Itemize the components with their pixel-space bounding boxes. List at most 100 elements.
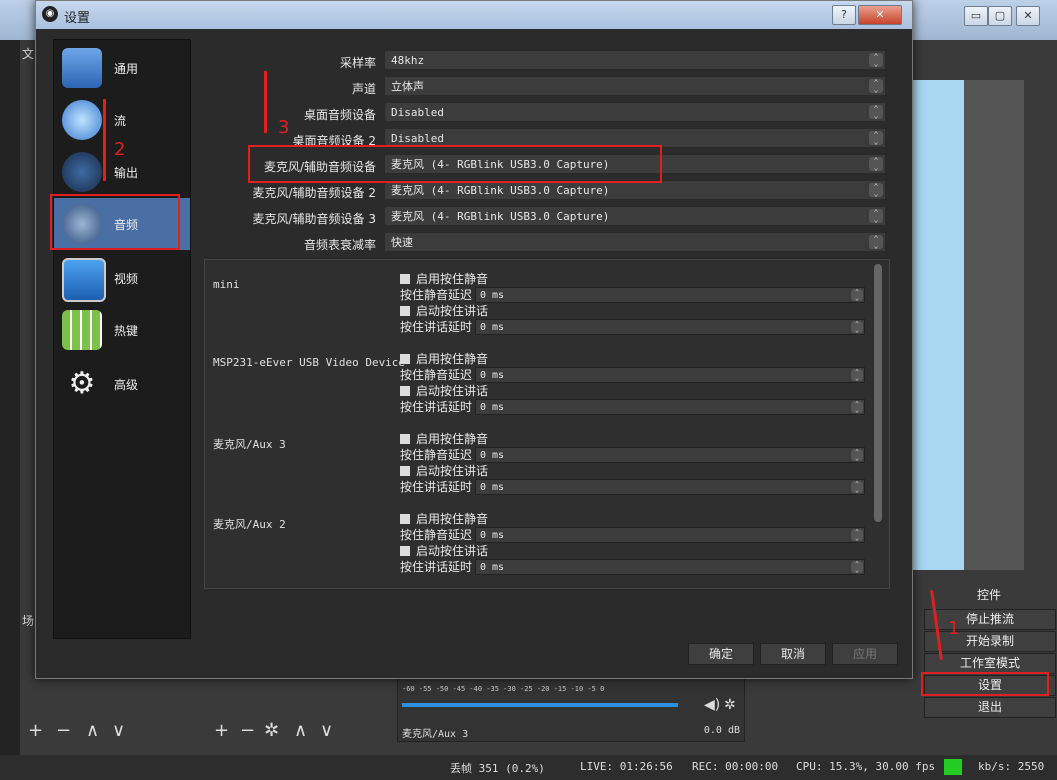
push-to-mute-checkbox[interactable]: 启用按住静音 [400, 510, 488, 527]
move-down-icon[interactable]: ∨ [112, 720, 125, 741]
mic-2-value: 麦克风 (4- RGBlink USB3.0 Capture) [391, 184, 610, 197]
add-scene-icon[interactable]: + [28, 720, 43, 741]
sidebar-item-label: 视频 [114, 272, 139, 286]
monitor-icon [62, 48, 102, 88]
remove-scene-icon[interactable]: − [56, 720, 71, 741]
ptt-delay-input[interactable]: 0 ms ⌃ ⌄ [475, 479, 865, 495]
sidebar-item-label: 高级 [114, 378, 139, 392]
sidebar-item-hotkeys[interactable]: 热键 [54, 304, 190, 356]
status-live: LIVE: 01:26:56 [580, 760, 673, 773]
spinner-arrow-icon: ⌃ ⌄ [851, 321, 863, 334]
dropdown-arrow-icon: ⌃ ⌄ [869, 183, 883, 198]
push-to-talk-checkbox[interactable]: 启动按住讲话 [400, 302, 488, 319]
push-to-mute-checkbox[interactable]: 启用按住静音 [400, 350, 488, 367]
highlight-mic [248, 145, 662, 183]
gears-icon: ⚙ [68, 366, 96, 401]
volume-slider[interactable] [402, 703, 678, 707]
ptm-delay-input[interactable]: 0 ms ⌃ ⌄ [475, 367, 865, 383]
mixer-channel-name: 麦克风/Aux 3 [402, 729, 469, 740]
device-name: mini [213, 278, 240, 291]
push-to-talk-checkbox[interactable]: 启动按住讲话 [400, 382, 488, 399]
studio-mode-button[interactable]: 工作室模式 [924, 653, 1056, 674]
row-label-desktop-audio: 桌面音频设备 [303, 108, 376, 122]
dialog-title: 设置 [64, 11, 91, 26]
exit-button[interactable]: 退出 [924, 697, 1056, 718]
arrow-3 [264, 71, 267, 133]
ptm-delay-label: 按住静音延迟 [400, 448, 473, 462]
push-to-mute-checkbox[interactable]: 启用按住静音 [400, 430, 488, 447]
ptt-delay-label: 按住讲话延时 [400, 560, 473, 574]
row-label-mic-3: 麦克风/辅助音频设备 3 [252, 212, 377, 226]
stop-stream-button[interactable]: 停止推流 [924, 609, 1056, 630]
mixer-gear-icon[interactable]: ✲ [724, 697, 736, 713]
settings-sidebar: 通用 流 输出 音频 视频 热键 ⚙ 高级 [53, 39, 191, 639]
source-up-icon[interactable]: ∧ [294, 720, 307, 741]
push-to-talk-checkbox[interactable]: 启动按住讲话 [400, 462, 488, 479]
source-down-icon[interactable]: ∨ [320, 720, 333, 741]
add-source-icon[interactable]: + [214, 720, 229, 741]
mic-3-select[interactable]: 麦克风 (4- RGBlink USB3.0 Capture) ⌃ ⌄ [384, 206, 886, 226]
push-to-talk-checkbox[interactable]: 启动按住讲话 [400, 542, 488, 559]
dropdown-arrow-icon: ⌃ ⌄ [869, 79, 883, 94]
ptt-delay-label: 按住讲话延时 [400, 480, 473, 494]
help-button[interactable]: ? [832, 5, 856, 25]
ptt-delay-input[interactable]: 0 ms ⌃ ⌄ [475, 319, 865, 335]
spinner-arrow-icon: ⌃ ⌄ [851, 369, 863, 382]
mic-2-select[interactable]: 麦克风 (4- RGBlink USB3.0 Capture) ⌃ ⌄ [384, 180, 886, 200]
push-to-mute-checkbox[interactable]: 启用按住静音 [400, 270, 488, 287]
desktop-audio-value: Disabled [391, 106, 444, 119]
annotation-3: 3 [278, 117, 290, 138]
ptt-delay-label: 按住讲话延时 [400, 400, 473, 414]
spinner-arrow-icon: ⌃ ⌄ [851, 529, 863, 542]
ptm-delay-input[interactable]: 0 ms ⌃ ⌄ [475, 447, 865, 463]
ptm-delay-input[interactable]: 0 ms ⌃ ⌄ [475, 527, 865, 543]
display-icon [62, 258, 106, 302]
desktop-audio-select[interactable]: Disabled ⌃ ⌄ [384, 102, 886, 122]
source-settings-icon[interactable]: ✲ [264, 720, 279, 741]
scenes-label: 场 [22, 614, 35, 628]
row-label-samplerate: 采样率 [339, 56, 376, 70]
apply-button[interactable]: 应用 [832, 643, 898, 665]
status-rec: REC: 00:00:00 [692, 760, 779, 773]
status-dropped: 丢帧 351 (0.2%) [450, 762, 545, 775]
maximize-button[interactable]: ▢ [988, 6, 1012, 26]
meter-decay-select[interactable]: 快速 ⌃ ⌄ [384, 232, 886, 252]
ok-button[interactable]: 确定 [688, 643, 754, 665]
move-up-icon[interactable]: ∧ [86, 720, 99, 741]
minimize-button[interactable]: ▭ [964, 6, 988, 26]
start-record-button[interactable]: 开始录制 [924, 631, 1056, 652]
row-label-meter-decay: 音频表衰减率 [303, 238, 376, 252]
sidebar-item-label: 流 [114, 114, 127, 128]
meter-decay-value: 快速 [391, 236, 413, 249]
row-label-channels: 声道 [351, 82, 376, 96]
speaker-icon[interactable]: ◀) [704, 697, 720, 713]
mic-3-value: 麦克风 (4- RGBlink USB3.0 Capture) [391, 210, 610, 223]
channels-select[interactable]: 立体声 ⌃ ⌄ [384, 76, 886, 96]
dialog-close-button[interactable]: ✕ [858, 5, 902, 25]
dialog-titlebar: ◉ 设置 ? ✕ [36, 1, 912, 29]
cancel-button[interactable]: 取消 [760, 643, 826, 665]
controls-title: 控件 [976, 588, 1001, 602]
channels-value: 立体声 [391, 80, 424, 93]
device-panel-scrollbar[interactable] [874, 264, 882, 522]
status-cpu: CPU: 15.3%, 30.00 fps [796, 760, 936, 773]
ptt-delay-input[interactable]: 0 ms ⌃ ⌄ [475, 399, 865, 415]
menu-file[interactable]: 文 [22, 45, 34, 62]
dropdown-arrow-icon: ⌃ ⌄ [869, 209, 883, 224]
device-name: 麦克风/Aux 2 [213, 518, 286, 531]
samplerate-value: 48khz [391, 54, 425, 67]
close-button[interactable]: ✕ [1016, 6, 1040, 26]
preview-canvas [912, 80, 964, 570]
device-name: 麦克风/Aux 3 [213, 438, 286, 451]
keyboard-icon [62, 310, 102, 350]
spinner-arrow-icon: ⌃ ⌄ [851, 449, 863, 462]
samplerate-select[interactable]: 48khz ⌃ ⌄ [384, 50, 886, 70]
sidebar-item-video[interactable]: 视频 [54, 252, 190, 304]
sidebar-item-general[interactable]: 通用 [54, 42, 190, 94]
sidebar-item-advanced[interactable]: ⚙ 高级 [54, 358, 190, 410]
sidebar-item-label: 输出 [114, 166, 139, 180]
ptt-delay-input[interactable]: 0 ms ⌃ ⌄ [475, 559, 865, 575]
ptm-delay-label: 按住静音延迟 [400, 368, 473, 382]
ptm-delay-input[interactable]: 0 ms ⌃ ⌄ [475, 287, 865, 303]
remove-source-icon[interactable]: − [240, 720, 255, 741]
